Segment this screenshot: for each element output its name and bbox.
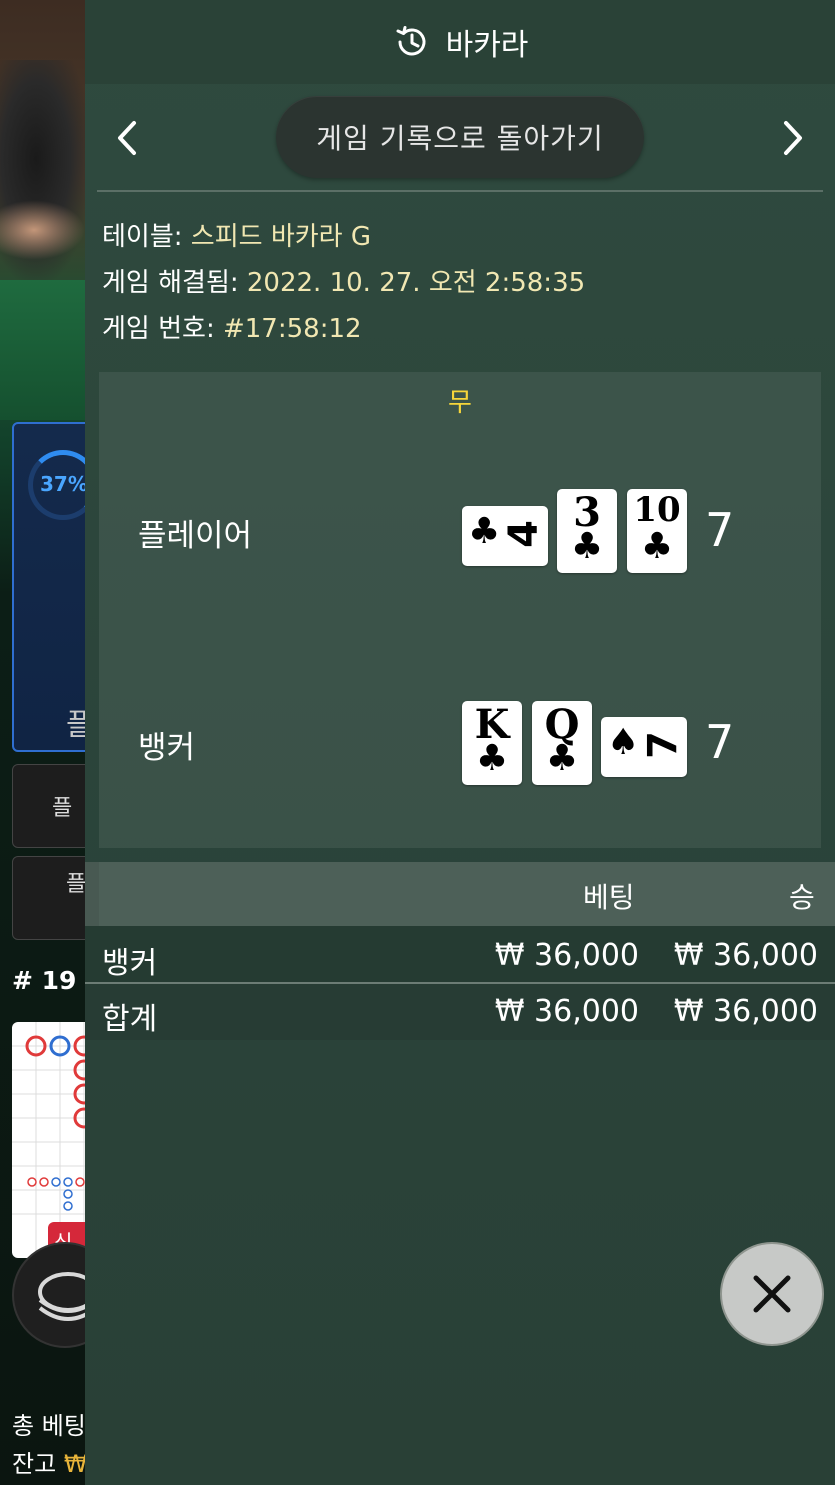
bet-row-name: 뱅커 xyxy=(102,946,158,981)
info-table: 테이블: 스피드 바카라 G xyxy=(102,216,371,253)
player-card-2: 3 ♣ xyxy=(557,489,617,573)
back-to-history-button[interactable]: 게임 기록으로 돌아가기 xyxy=(276,96,644,178)
player-card-suit: ♣ xyxy=(640,526,674,567)
info-game-number-value: #17:58:12 xyxy=(222,314,362,344)
table-row: 뱅커 ₩ 36,000 ₩ 36,000 xyxy=(85,926,835,982)
banker-card-3: 7 ♠ xyxy=(601,717,687,777)
info-table-value: 스피드 바카라 G xyxy=(190,222,371,252)
player-label: 플레이어 xyxy=(138,518,253,554)
banker-card-suit: ♣ xyxy=(545,738,579,779)
banker-card-1: K ♣ xyxy=(462,701,522,785)
info-game-number-label: 게임 번호: xyxy=(102,314,223,344)
banker-card-suit: ♠ xyxy=(607,722,640,763)
balance-title: 잔고 xyxy=(12,1450,57,1478)
total-label: 합계 xyxy=(102,1002,158,1037)
panel-header: 바카라 xyxy=(85,0,835,84)
info-table-label: 테이블: xyxy=(102,222,191,252)
balance-currency: ₩ xyxy=(63,1450,88,1478)
bets-table-header xyxy=(85,862,835,926)
next-game-button[interactable] xyxy=(769,112,817,164)
player-card-suit: ♣ xyxy=(468,511,501,552)
side-bet-label-2: 플 xyxy=(66,872,87,897)
info-resolved: 게임 해결됨: 2022. 10. 27. 오전 2:58:35 xyxy=(102,262,585,299)
chevron-right-icon xyxy=(784,121,802,155)
dealer-hand-video xyxy=(0,200,85,260)
total-win: ₩ 36,000 xyxy=(673,994,818,1029)
close-icon xyxy=(753,1275,791,1313)
banker-card-rank: 7 xyxy=(640,731,687,759)
panel-title: 바카라 xyxy=(445,28,529,63)
table-felt-video xyxy=(0,280,90,420)
banker-label: 뱅커 xyxy=(138,730,196,766)
game-history-panel: 바카라 게임 기록으로 돌아가기 테이블: 스피드 바카라 G 게임 해결됨: … xyxy=(85,0,835,1485)
player-card-rank: 10 xyxy=(633,490,681,530)
chevron-left-icon xyxy=(118,121,136,155)
header-divider xyxy=(97,190,823,192)
bets-col-win: 승 xyxy=(789,881,815,914)
player-card-1: 4 ♣ xyxy=(462,506,548,566)
player-card-suit: ♣ xyxy=(570,526,604,567)
bets-table-header-edge xyxy=(85,862,99,926)
player-card-3: 10 ♣ xyxy=(627,489,687,573)
bet-row-bet: ₩ 36,000 xyxy=(494,938,639,973)
banker-card-2: Q ♣ xyxy=(532,701,592,785)
bet-row-win: ₩ 36,000 xyxy=(673,938,818,973)
player-score: 7 xyxy=(705,503,735,557)
info-resolved-label: 게임 해결됨: xyxy=(102,268,247,298)
result-label: 무 xyxy=(448,388,472,418)
history-icon xyxy=(396,26,426,56)
previous-game-button[interactable] xyxy=(103,112,151,164)
info-resolved-value: 2022. 10. 27. 오전 2:58:35 xyxy=(246,268,586,298)
side-bet-label-1: 플 xyxy=(52,796,73,821)
result-box xyxy=(99,372,821,848)
banker-score: 7 xyxy=(705,715,735,769)
bets-col-bet: 베팅 xyxy=(583,881,635,914)
banker-card-suit: ♣ xyxy=(475,738,509,779)
total-bet: ₩ 36,000 xyxy=(494,994,639,1029)
table-row-total: 합계 ₩ 36,000 ₩ 36,000 xyxy=(85,984,835,1040)
close-button[interactable] xyxy=(720,1242,824,1346)
info-game-number: 게임 번호: #17:58:12 xyxy=(102,308,362,345)
player-card-rank: 4 xyxy=(501,520,548,548)
round-number: # 19 xyxy=(12,966,77,995)
bet-progress-percent: 37% xyxy=(40,472,88,496)
